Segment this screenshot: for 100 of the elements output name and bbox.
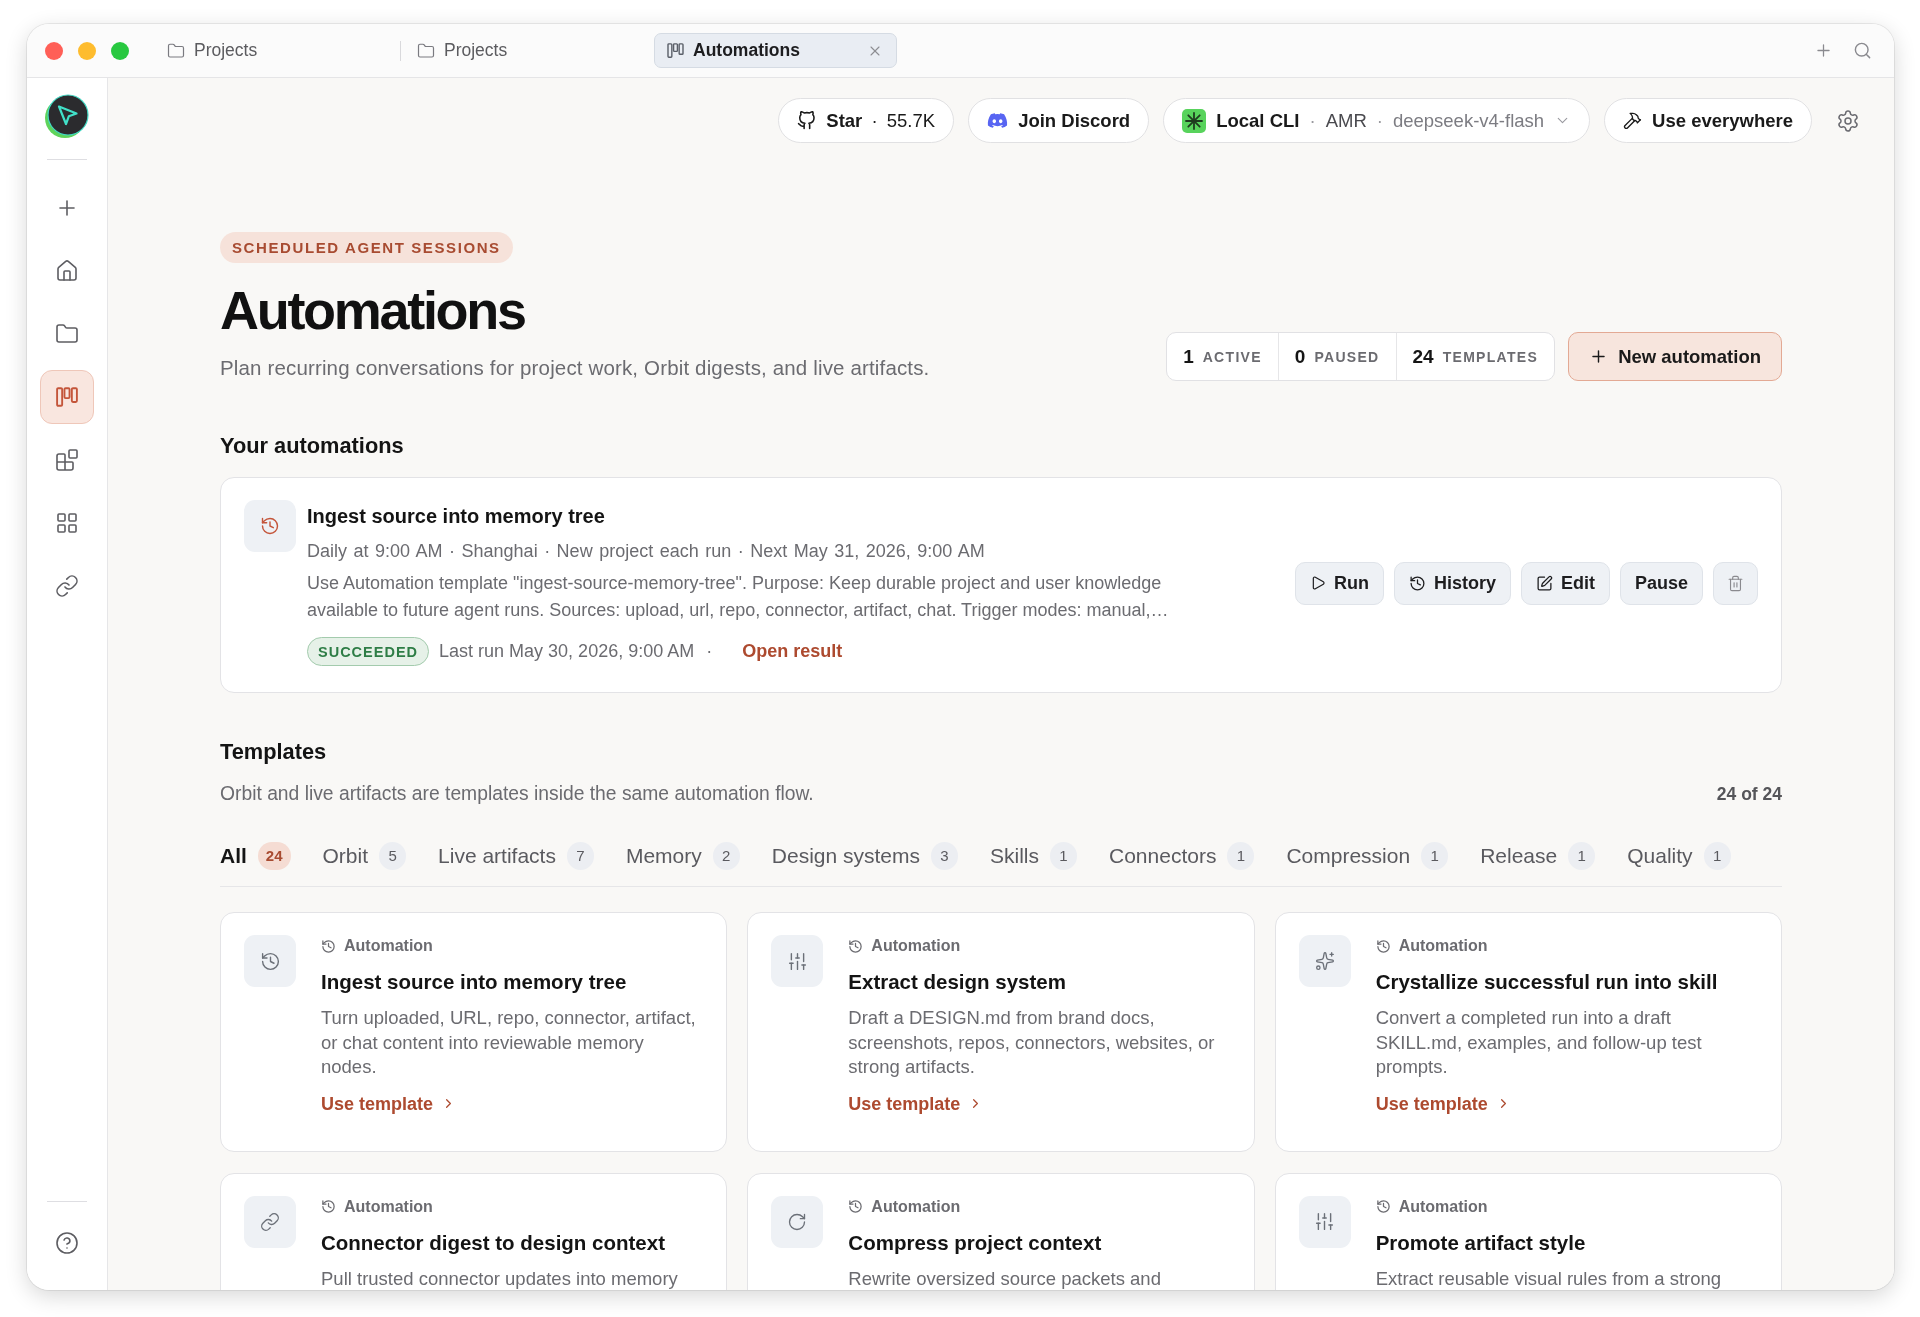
card-description: Extract reusable visual rules from a strong: [1375, 1266, 1722, 1290]
open-result-link[interactable]: Open result: [742, 641, 843, 662]
filter-tab[interactable]: Memory 2: [625, 842, 740, 870]
filter-tab[interactable]: Quality 1: [1627, 842, 1731, 870]
card-title: Promote artifact style: [1375, 1229, 1586, 1256]
filter-tab[interactable]: Compression 1: [1286, 842, 1449, 870]
history-icon: [259, 950, 281, 972]
filter-tab[interactable]: Skills 1: [990, 842, 1077, 870]
category-label: Automation: [1398, 1197, 1488, 1216]
sidebar-item[interactable]: [40, 370, 94, 424]
category-label: Automation: [1398, 937, 1488, 955]
kanban-icon: [56, 387, 78, 407]
use-template-link[interactable]: Use template: [321, 1091, 457, 1116]
hammer-icon: [1623, 111, 1643, 130]
section-title: Templates: [220, 739, 328, 765]
folder-icon: [417, 41, 435, 60]
trash-icon: [1727, 574, 1744, 592]
history-icon: [848, 938, 864, 954]
sparkles-icon: [1314, 951, 1335, 971]
stat-label: PAUSED: [1314, 348, 1380, 365]
card-title: Connector digest to design context: [321, 1229, 665, 1256]
history-icon: [321, 1199, 336, 1214]
count-badge: 7: [566, 842, 594, 870]
schedule-text: Daily at 9:00 AM · Shanghai · New project each run · Next May 31, 2026, 9:00 AM: [307, 540, 985, 563]
history-icon: [1408, 574, 1426, 592]
history-icon: [321, 938, 336, 954]
settings-icon: [1836, 108, 1860, 133]
model-selector[interactable]: Local CLI · AMR · deepseek-v4-flash: [1163, 98, 1591, 143]
history-button[interactable]: History: [1393, 561, 1511, 605]
stat-value: 0: [1294, 345, 1306, 368]
count-badge: 1: [1421, 842, 1449, 870]
link-icon: [260, 1211, 280, 1232]
section-badge: SCHEDULED AGENT SESSIONS: [220, 232, 513, 263]
new-tab-button[interactable]: [1814, 41, 1833, 60]
link-icon: [55, 574, 79, 598]
history-icon: [244, 500, 296, 552]
window-tab[interactable]: Projects: [154, 33, 397, 68]
discord-button[interactable]: Join Discord: [968, 98, 1150, 143]
filter-tab[interactable]: Connectors 1: [1109, 842, 1255, 870]
automation-title: Ingest source into memory tree: [307, 504, 605, 529]
use-template-link[interactable]: Use template: [1375, 1091, 1511, 1116]
card-title: Extract design system: [848, 969, 1066, 995]
blocks-icon: [55, 448, 79, 472]
count-badge: 1: [1568, 842, 1596, 870]
card-title: Crystallize successful run into skill: [1375, 969, 1718, 995]
history-icon: [848, 1199, 864, 1214]
pause-button[interactable]: Pause: [1619, 561, 1703, 605]
category-label: Automation: [871, 1197, 961, 1216]
filter-tab[interactable]: Live artifacts 7: [438, 842, 594, 870]
count-badge: 1: [1227, 842, 1255, 870]
template-count: 24 of 24: [1716, 783, 1782, 805]
github-star-button[interactable]: Star · 55.7K: [778, 98, 955, 143]
stat-label: TEMPLATES: [1442, 348, 1539, 365]
section-title: Your automations: [220, 433, 405, 459]
history-icon: [1375, 938, 1391, 954]
card-description: Draft a DESIGN.md from brand docs, screenshots, repos, connectors, websites, or strong artifacts.: [848, 1006, 1216, 1079]
window-tab[interactable]: Automations: [654, 33, 897, 68]
page-subtitle: Plan recurring conversations for project work, Orbit digests, and live artifacts.: [220, 355, 930, 381]
discord-icon: [987, 110, 1009, 131]
card-description: Turn uploaded, URL, repo, connector, artifact, or chat content into reviewable memory nodes.: [321, 1006, 697, 1079]
stat-value: 24: [1412, 345, 1434, 368]
last-run-text: Last run May 30, 2026, 9:00 AM: [439, 641, 695, 662]
card-title: Compress project context: [848, 1229, 1102, 1256]
page-title: Automations: [220, 280, 525, 340]
card-title: Ingest source into memory tree: [321, 969, 627, 995]
help-icon: [55, 1231, 79, 1255]
run-button[interactable]: Run: [1294, 561, 1384, 605]
count-badge: 1: [1703, 842, 1731, 870]
filter-tab[interactable]: Design systems 3: [771, 842, 958, 870]
new-automation-button[interactable]: New automation: [1568, 332, 1782, 381]
stat-label: ACTIVE: [1202, 348, 1262, 365]
github-icon: [797, 111, 817, 130]
kanban-icon: [667, 43, 684, 58]
count-badge: 3: [931, 842, 958, 870]
settings-button[interactable]: [1836, 108, 1860, 133]
delete-button[interactable]: [1713, 561, 1758, 605]
card-description: Convert a completed run into a draft SKILL.md, examples, and follow-up test prompts.: [1375, 1006, 1703, 1079]
category-label: Automation: [344, 937, 433, 955]
stat-value: 1: [1183, 345, 1194, 368]
home-icon: [55, 259, 79, 283]
folder-icon: [55, 322, 79, 346]
sliders-icon: [786, 950, 808, 972]
maximize-window-button[interactable]: [111, 41, 129, 60]
card-description: Rewrite oversized source packets and: [848, 1266, 1161, 1290]
category-label: Automation: [344, 1197, 433, 1216]
filter-tab[interactable]: Orbit 5: [322, 842, 407, 870]
separator-dot: ·: [706, 641, 713, 662]
use-everywhere-button[interactable]: Use everywhere: [1604, 98, 1812, 143]
filter-tab[interactable]: All 24: [220, 842, 291, 870]
search-button[interactable]: [1853, 41, 1872, 60]
refresh-icon: [787, 1211, 808, 1232]
window-tab[interactable]: Projects: [404, 33, 647, 68]
sliders-icon: [1314, 1211, 1336, 1232]
close-window-button[interactable]: [45, 41, 63, 60]
count-badge: 1: [1050, 842, 1077, 870]
section-description: Orbit and live artifacts are templates inside the same automation flow.: [220, 782, 814, 806]
logo-icon: [45, 94, 89, 138]
filter-tab[interactable]: Release 1: [1480, 842, 1596, 870]
edit-button[interactable]: Edit: [1520, 561, 1610, 605]
use-template-link[interactable]: Use template: [848, 1091, 984, 1116]
